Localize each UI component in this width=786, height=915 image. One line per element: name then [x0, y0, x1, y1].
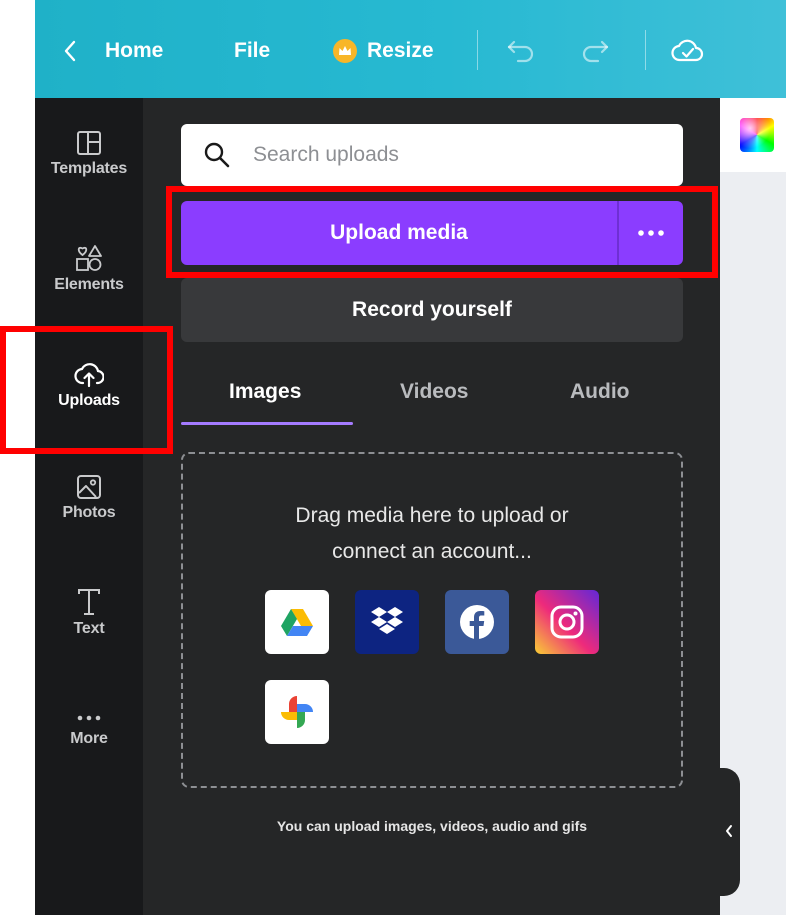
tab-videos[interactable]: Videos [400, 380, 468, 404]
instagram-button[interactable] [535, 590, 599, 654]
nav-label: Templates [50, 160, 128, 177]
resize-button[interactable]: Resize [367, 37, 434, 65]
search-input[interactable]: Search uploads [181, 124, 683, 186]
drop-zone-line-1: Drag media here to upload or [295, 504, 569, 527]
image-icon [77, 475, 101, 499]
search-icon [204, 142, 230, 168]
facebook-button[interactable] [445, 590, 509, 654]
nav-label: More [70, 730, 108, 747]
google-photos-icon [281, 696, 313, 728]
cloud-check-icon[interactable] [671, 36, 705, 64]
toolbar-divider [477, 30, 478, 70]
upload-hint: You can upload images, videos, audio and… [276, 818, 588, 834]
google-drive-button[interactable] [265, 590, 329, 654]
color-picker-icon[interactable] [740, 118, 774, 152]
more-dots-icon [77, 715, 101, 721]
dropbox-icon [371, 607, 403, 634]
instagram-icon [550, 605, 584, 639]
highlight-uploads [0, 326, 173, 454]
chevron-left-icon [726, 825, 732, 837]
tab-active-indicator [181, 422, 353, 425]
text-icon [78, 589, 100, 615]
nav-label: Text [73, 620, 105, 637]
highlight-upload-media [166, 186, 718, 278]
chevron-left-icon[interactable] [63, 40, 77, 62]
templates-icon [77, 131, 101, 155]
nav-label: Elements [54, 276, 124, 293]
facebook-icon [460, 605, 494, 640]
crown-icon [333, 39, 357, 63]
google-drive-icon [281, 609, 313, 636]
editor-toolbar [720, 98, 786, 172]
google-photos-button[interactable] [265, 680, 329, 744]
file-menu[interactable]: File [234, 37, 270, 65]
nav-photos[interactable]: Photos [35, 474, 143, 564]
tab-images[interactable]: Images [229, 380, 301, 404]
side-nav: Templates Elements Uploads Photos Text M… [35, 98, 143, 915]
record-yourself-button[interactable]: Record yourself [181, 278, 683, 342]
tab-audio[interactable]: Audio [570, 380, 629, 404]
drop-zone-text: Drag media here to upload or connect an … [183, 498, 681, 570]
drop-zone-line-2: connect an account... [332, 540, 532, 563]
nav-templates[interactable]: Templates [35, 130, 143, 220]
elements-icon [76, 245, 102, 271]
editor-app: Home File Resize Templates Elements Uplo… [35, 0, 786, 915]
top-bar: Home File Resize [35, 0, 786, 98]
nav-text[interactable]: Text [35, 588, 143, 678]
drop-zone[interactable]: Drag media here to upload or connect an … [181, 452, 683, 788]
toolbar-divider [645, 30, 646, 70]
nav-more[interactable]: More [35, 710, 143, 800]
dropbox-button[interactable] [355, 590, 419, 654]
home-link[interactable]: Home [105, 37, 163, 65]
collapse-panel-button[interactable] [720, 768, 740, 896]
search-placeholder: Search uploads [253, 143, 399, 166]
redo-icon[interactable] [580, 38, 610, 64]
undo-icon[interactable] [506, 38, 536, 64]
nav-elements[interactable]: Elements [35, 244, 143, 334]
canvas-area [720, 98, 786, 915]
nav-label: Photos [62, 504, 116, 521]
